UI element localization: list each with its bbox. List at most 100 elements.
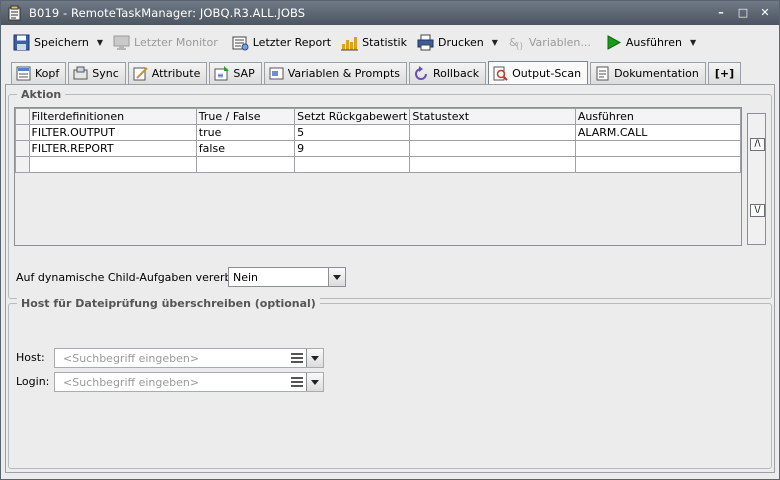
table-cell[interactable]: false bbox=[195, 140, 296, 157]
save-button[interactable]: Speichern ▼ bbox=[9, 30, 107, 54]
table-header-row: Filterdefinitionen True / False Setzt Rü… bbox=[15, 108, 742, 125]
table-cell[interactable] bbox=[574, 140, 742, 157]
tab-dokumentation[interactable]: Dokumentation bbox=[590, 62, 706, 84]
action-group: Aktion Filterdefinitionen True / False S… bbox=[8, 88, 772, 299]
action-group-legend: Aktion bbox=[17, 88, 66, 101]
inherit-label: Auf dynamische Child-Aufgaben vererben: bbox=[16, 271, 249, 284]
save-dropdown-icon[interactable]: ▼ bbox=[97, 38, 103, 47]
maximize-button[interactable]: □ bbox=[735, 5, 751, 21]
login-field bbox=[54, 372, 324, 392]
row-header-corner bbox=[15, 108, 30, 125]
execute-label: Ausführen bbox=[625, 35, 682, 49]
column-header[interactable]: Filterdefinitionen bbox=[28, 108, 197, 125]
last-monitor-label: Letzter Monitor bbox=[134, 35, 218, 49]
save-label: Speichern bbox=[34, 35, 89, 49]
move-up-button[interactable]: /\ bbox=[750, 138, 765, 151]
last-monitor-button[interactable]: Letzter Monitor bbox=[109, 30, 222, 54]
tab-sync[interactable]: Sync bbox=[68, 62, 126, 84]
host-override-group-legend: Host für Dateiprüfung überschreiben (opt… bbox=[17, 297, 320, 310]
variables-label: Variablen... bbox=[528, 35, 591, 49]
rollback-icon bbox=[414, 66, 429, 81]
chevron-down-icon[interactable] bbox=[328, 268, 345, 286]
row-header[interactable] bbox=[15, 156, 30, 173]
statistics-label: Statistik bbox=[362, 35, 407, 49]
sap-icon: ≡ bbox=[214, 66, 230, 81]
action-table: Filterdefinitionen True / False Setzt Rü… bbox=[14, 107, 742, 246]
printer-icon bbox=[417, 34, 434, 51]
table-row[interactable]: FILTER.REPORT false 9 bbox=[15, 140, 742, 157]
login-input[interactable] bbox=[55, 375, 277, 389]
add-tab-icon: [+] bbox=[714, 67, 735, 80]
table-cell[interactable]: FILTER.REPORT bbox=[28, 140, 197, 157]
list-icon[interactable] bbox=[291, 377, 303, 387]
tab-label: Attribute bbox=[151, 67, 201, 80]
floppy-disk-icon bbox=[13, 34, 30, 51]
chevron-down-icon[interactable] bbox=[306, 373, 323, 391]
inherit-select[interactable]: Nein bbox=[228, 267, 346, 287]
tab-label: Variablen & Prompts bbox=[287, 67, 400, 80]
table-cell[interactable] bbox=[409, 140, 576, 157]
sync-icon bbox=[73, 66, 88, 81]
tab-bar: Kopf Sync Attribute ≡ SAP Variablen & Pr… bbox=[11, 61, 743, 85]
table-cell[interactable] bbox=[409, 124, 576, 141]
table-row[interactable]: FILTER.OUTPUT true 5 ALARM.CALL bbox=[15, 124, 742, 141]
tab-sap[interactable]: ≡ SAP bbox=[209, 62, 262, 84]
monitor-icon bbox=[113, 34, 130, 51]
play-icon bbox=[605, 34, 622, 51]
tab-output-scan[interactable]: Output-Scan bbox=[488, 61, 589, 85]
tab-rollback[interactable]: Rollback bbox=[409, 62, 487, 84]
table-cell[interactable]: true bbox=[195, 124, 296, 141]
table-cell[interactable] bbox=[294, 156, 411, 173]
output-scan-icon bbox=[493, 66, 508, 81]
table-cell[interactable] bbox=[574, 156, 742, 173]
column-header[interactable]: True / False bbox=[195, 108, 296, 125]
column-header[interactable]: Statustext bbox=[409, 108, 576, 125]
list-icon[interactable] bbox=[291, 353, 303, 363]
tab-label: Dokumentation bbox=[614, 67, 699, 80]
table-cell[interactable] bbox=[195, 156, 296, 173]
tab-variables-prompts[interactable]: Variablen & Prompts bbox=[263, 62, 407, 84]
table-row[interactable] bbox=[15, 156, 742, 173]
variables-icon bbox=[269, 66, 284, 81]
execute-button[interactable]: Ausführen ▼ bbox=[601, 30, 700, 54]
variables-icon: &() bbox=[508, 34, 525, 52]
minimize-button[interactable]: – bbox=[713, 5, 729, 21]
last-report-button[interactable]: Letzter Report bbox=[228, 30, 335, 54]
attribute-icon bbox=[133, 66, 148, 81]
statistics-button[interactable]: Statistik bbox=[337, 30, 411, 54]
tab-label: SAP bbox=[233, 67, 255, 80]
action-table-grid: Filterdefinitionen True / False Setzt Rü… bbox=[15, 108, 742, 173]
tab-add[interactable]: [+] bbox=[707, 62, 742, 84]
host-field bbox=[54, 348, 324, 368]
title-bar: B019 - RemoteTaskManager: JOBQ.R3.ALL.JO… bbox=[1, 1, 779, 25]
print-button[interactable]: Drucken ▼ bbox=[413, 30, 502, 54]
table-cell[interactable]: 5 bbox=[294, 124, 411, 141]
print-label: Drucken bbox=[438, 35, 484, 49]
column-header[interactable]: Setzt Rückgabewert bbox=[294, 108, 411, 125]
move-down-button[interactable]: \/ bbox=[750, 204, 765, 217]
svg-text:≡: ≡ bbox=[217, 71, 224, 80]
print-dropdown-icon[interactable]: ▼ bbox=[492, 38, 498, 47]
table-cell[interactable]: FILTER.OUTPUT bbox=[28, 124, 197, 141]
documentation-icon bbox=[595, 66, 610, 81]
table-cell[interactable]: ALARM.CALL bbox=[574, 124, 742, 141]
row-header[interactable] bbox=[15, 124, 30, 141]
chevron-down-icon[interactable] bbox=[306, 349, 323, 367]
row-header[interactable] bbox=[15, 140, 30, 157]
close-button[interactable]: ✕ bbox=[757, 5, 773, 21]
table-cell[interactable] bbox=[409, 156, 576, 173]
task-app-icon bbox=[7, 5, 23, 21]
tab-label: Output-Scan bbox=[512, 67, 582, 80]
table-cell[interactable] bbox=[28, 156, 197, 173]
execute-dropdown-icon[interactable]: ▼ bbox=[690, 38, 696, 47]
row-move-control: /\ \/ bbox=[747, 113, 766, 245]
column-header[interactable]: Ausführen bbox=[574, 108, 742, 125]
variables-button[interactable]: &() Variablen... bbox=[504, 30, 595, 54]
tab-attribute[interactable]: Attribute bbox=[127, 62, 208, 84]
tab-label: Rollback bbox=[433, 67, 480, 80]
host-input[interactable] bbox=[55, 351, 277, 365]
report-icon bbox=[232, 34, 249, 51]
table-cell[interactable]: 9 bbox=[294, 140, 411, 157]
login-label: Login: bbox=[16, 375, 50, 388]
tab-kopf[interactable]: Kopf bbox=[11, 62, 67, 84]
